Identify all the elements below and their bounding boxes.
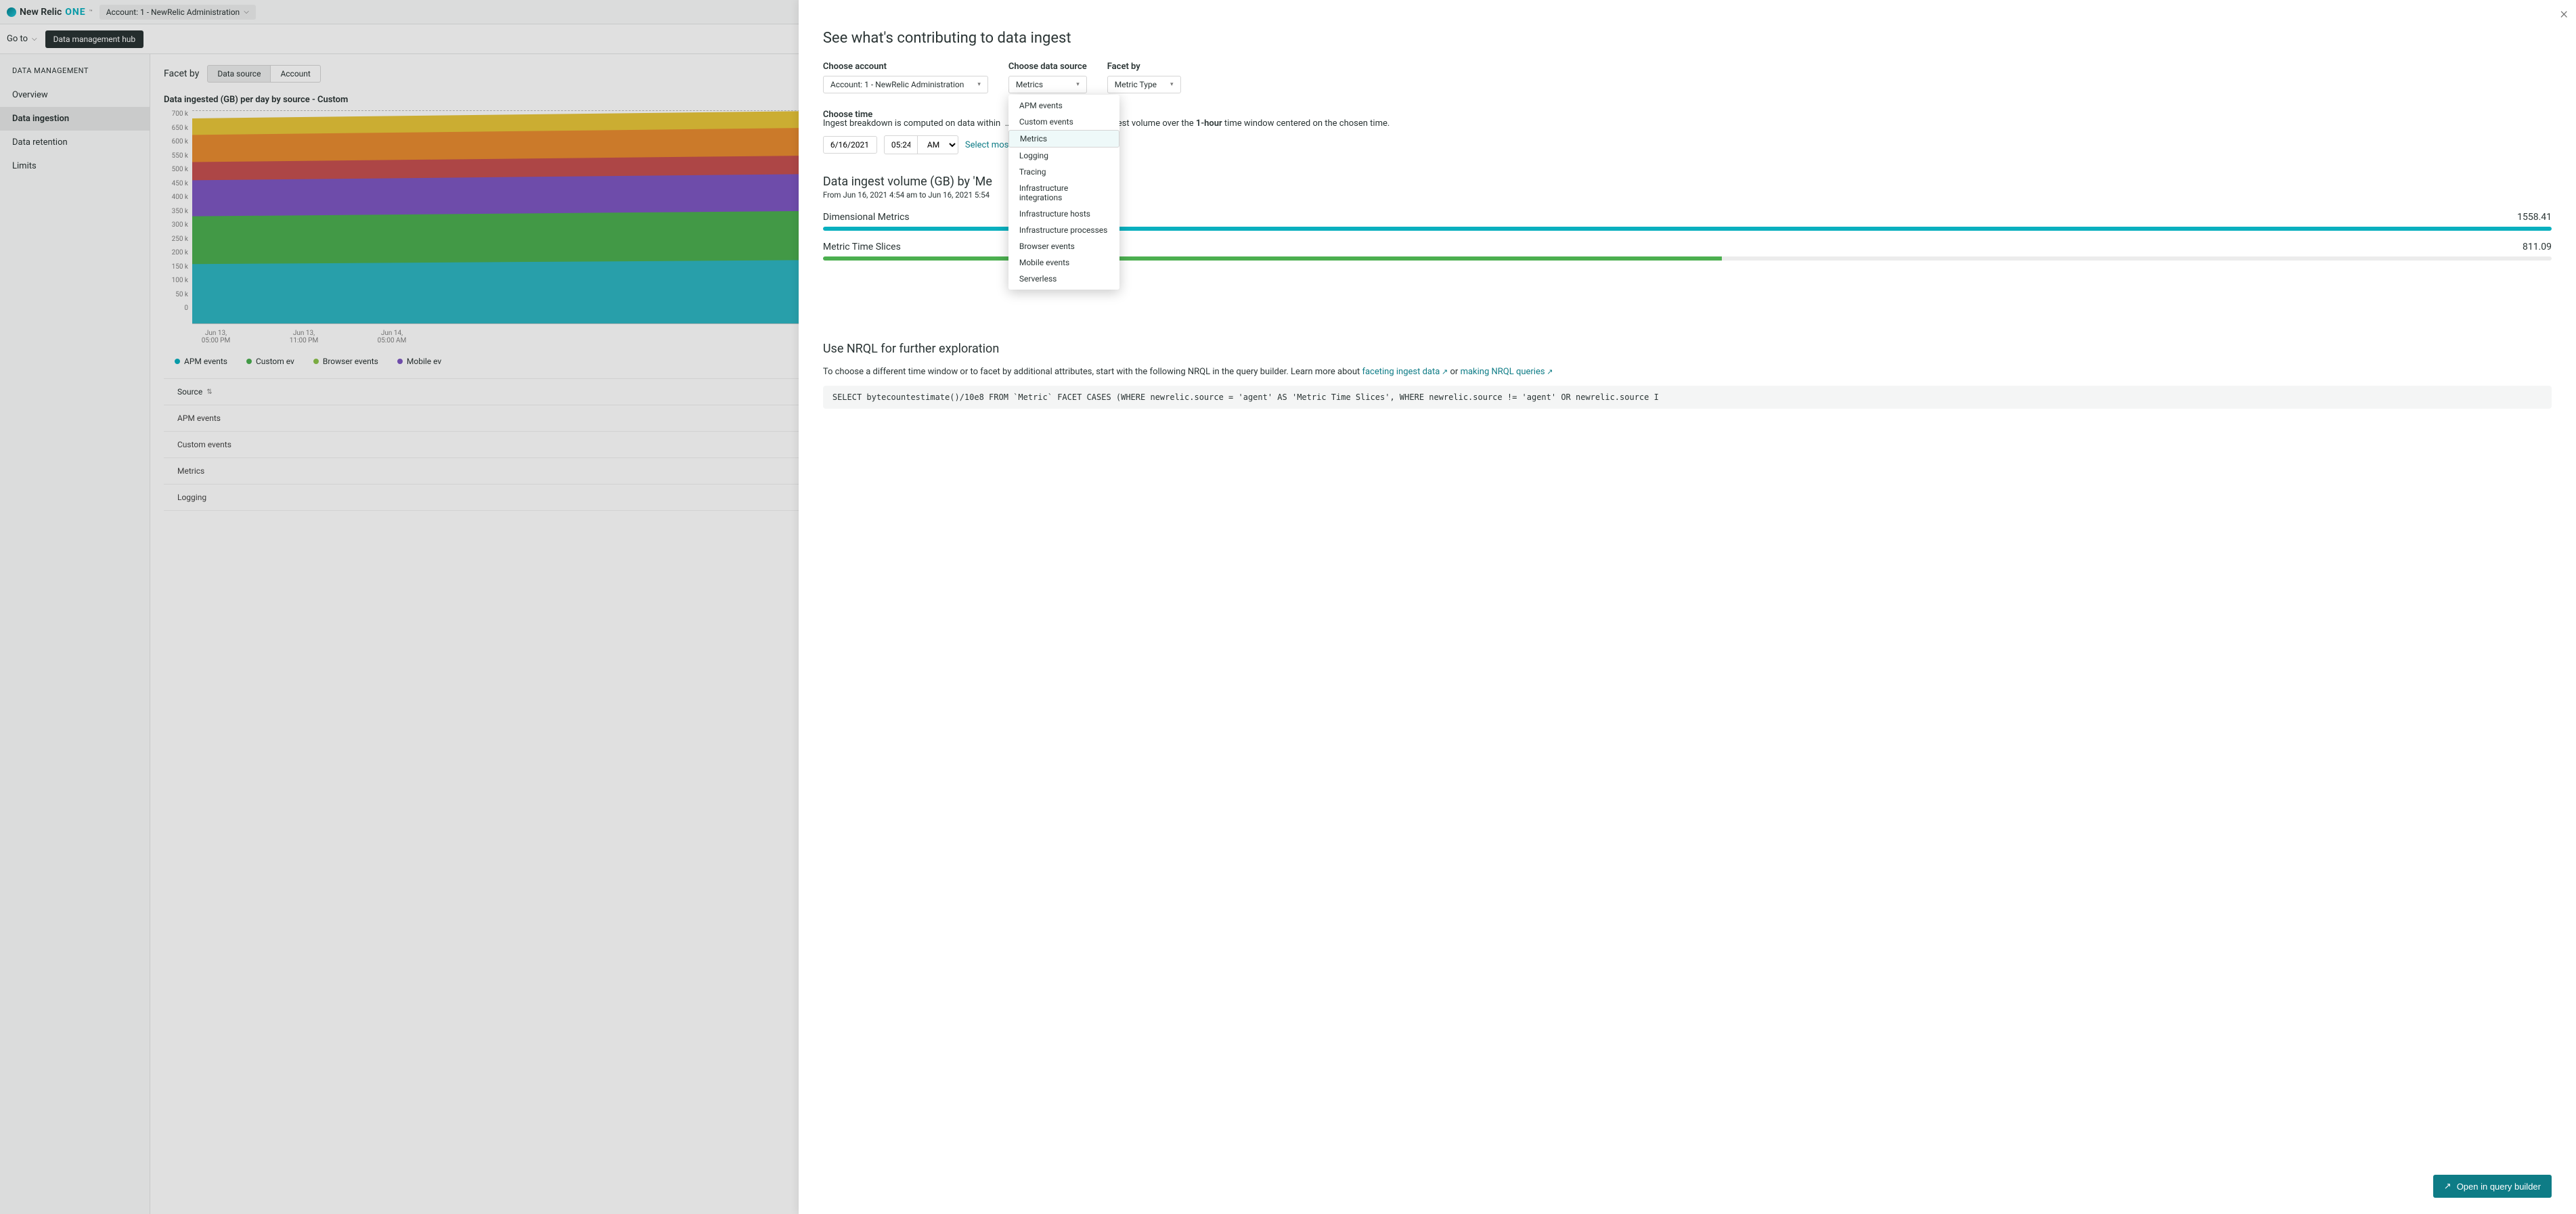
chevron-down-icon: ▾ — [1076, 81, 1080, 88]
date-input[interactable] — [823, 136, 877, 154]
data-source-dropdown: APM eventsCustom eventsMetricsLoggingTra… — [1008, 95, 1119, 290]
dropdown-item[interactable]: Serverless — [1008, 271, 1119, 287]
dropdown-item[interactable]: APM events — [1008, 97, 1119, 114]
making-nrql-queries-link[interactable]: making NRQL queries — [1461, 367, 1553, 377]
close-icon[interactable]: × — [2560, 5, 2568, 22]
metric-name: Metric Time Slices — [823, 242, 901, 252]
facet-by-select[interactable]: Metric Type ▾ — [1107, 76, 1181, 93]
faceting-ingest-data-link[interactable]: faceting ingest data — [1362, 367, 1448, 377]
nrql-body-text: To choose a different time window or to … — [823, 365, 2552, 379]
nrql-heading: Use NRQL for further exploration — [823, 342, 2552, 356]
dropdown-item[interactable]: Infrastructure hosts — [1008, 206, 1119, 222]
choose-data-source-label: Choose data source — [1008, 62, 1087, 72]
metric-name: Dimensional Metrics — [823, 212, 910, 223]
dropdown-item[interactable]: Infrastructure processes — [1008, 222, 1119, 238]
select-most-recent-link[interactable]: Select mos — [965, 140, 1008, 150]
time-input[interactable] — [884, 135, 918, 154]
dropdown-item[interactable]: Browser events — [1008, 238, 1119, 254]
dropdown-item[interactable]: Metrics — [1008, 130, 1119, 148]
facet-by-label-panel: Facet by — [1107, 62, 1181, 72]
chevron-down-icon: ▾ — [977, 81, 981, 88]
choose-account-select[interactable]: Account: 1 - NewRelic Administration ▾ — [823, 76, 988, 93]
dropdown-item[interactable]: Tracing — [1008, 164, 1119, 180]
panel-title: See what's contributing to data ingest — [823, 30, 2552, 47]
nrql-code-block[interactable]: SELECT bytecountestimate()/10e8 FROM `Me… — [823, 386, 2552, 409]
dropdown-item[interactable]: Custom events — [1008, 114, 1119, 130]
chevron-down-icon: ▾ — [1170, 81, 1174, 88]
ampm-select[interactable]: AM — [918, 135, 958, 154]
dropdown-item[interactable]: Infrastructure integrations — [1008, 180, 1119, 206]
external-link-icon: ↗ — [2444, 1181, 2451, 1192]
choose-data-source-select[interactable]: Metrics ▾ — [1008, 76, 1087, 93]
open-in-query-builder-button[interactable]: ↗ Open in query builder — [2433, 1175, 2552, 1198]
dropdown-item[interactable]: Logging — [1008, 148, 1119, 164]
choose-account-label: Choose account — [823, 62, 988, 72]
metric-value: 1558.41 — [2517, 212, 2552, 223]
dropdown-item[interactable]: Mobile events — [1008, 254, 1119, 271]
metric-value: 811.09 — [2523, 242, 2552, 252]
